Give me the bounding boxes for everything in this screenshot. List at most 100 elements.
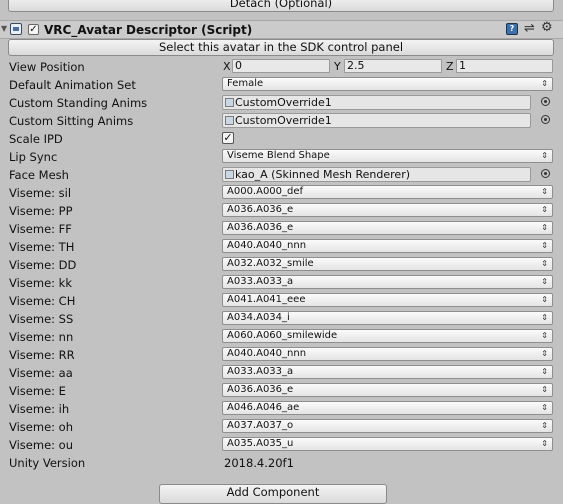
viseme-dropdown[interactable]: A037.A037_o ⇕: [222, 419, 553, 433]
dropdown-arrow-icon: ⇕: [541, 277, 548, 286]
dropdown-value: A040.A040_nnn: [227, 348, 307, 359]
viseme-label: Viseme: sil: [9, 186, 72, 200]
viseme-row: Viseme: E A036.A036_e ⇕: [0, 382, 563, 400]
dropdown-value: A034.A034_i: [227, 312, 290, 323]
viseme-row: Viseme: TH A040.A040_nnn ⇕: [0, 238, 563, 256]
help-book-icon[interactable]: ?: [506, 23, 518, 35]
dropdown-arrow-icon: ⇕: [541, 223, 548, 232]
component-header[interactable]: ▼ ✓ VRC_Avatar Descriptor (Script) ? ⇌ ⚙: [0, 20, 563, 39]
dropdown-arrow-icon: ⇕: [541, 439, 548, 448]
viseme-dropdown[interactable]: A036.A036_e ⇕: [222, 203, 553, 217]
viseme-dropdown[interactable]: A036.A036_e ⇕: [222, 221, 553, 235]
face-mesh-row: Face Mesh kao_A (Skinned Mesh Renderer): [0, 166, 563, 184]
custom-sitting-anims-row: Custom Sitting Anims CustomOverride1: [0, 112, 563, 130]
viseme-row: Viseme: SS A034.A034_i ⇕: [0, 310, 563, 328]
viseme-dropdown[interactable]: A036.A036_e ⇕: [222, 383, 553, 397]
dropdown-arrow-icon: ⇕: [541, 349, 548, 358]
animator-override-icon: [225, 116, 234, 125]
dropdown-value: A037.A037_o: [227, 420, 294, 431]
dropdown-value: A036.A036_e: [227, 384, 294, 395]
dropdown-value: A033.A033_a: [227, 366, 294, 377]
x-axis-label: X: [223, 60, 231, 73]
viseme-dropdown[interactable]: A060.A060_smilewide ⇕: [222, 329, 553, 343]
viseme-row: Viseme: CH A041.A041_eee ⇕: [0, 292, 563, 310]
view-position-y-field[interactable]: 2.5: [344, 59, 442, 73]
viseme-label: Viseme: PP: [9, 204, 73, 218]
viseme-row: Viseme: RR A040.A040_nnn ⇕: [0, 346, 563, 364]
dropdown-arrow-icon: ⇕: [541, 151, 548, 160]
default-animation-set-dropdown[interactable]: Female ⇕: [222, 77, 553, 91]
add-component-button[interactable]: Add Component: [159, 484, 387, 504]
dropdown-arrow-icon: ⇕: [541, 403, 548, 412]
lip-sync-dropdown[interactable]: Viseme Blend Shape ⇕: [222, 149, 553, 163]
object-picker-icon[interactable]: [541, 169, 550, 178]
viseme-label: Viseme: FF: [9, 222, 72, 236]
dropdown-arrow-icon: ⇕: [541, 385, 548, 394]
view-position-label: View Position: [9, 60, 85, 74]
viseme-row: Viseme: FF A036.A036_e ⇕: [0, 220, 563, 238]
viseme-dropdown[interactable]: A046.A046_ae ⇕: [222, 401, 553, 415]
viseme-label: Viseme: RR: [9, 348, 75, 362]
viseme-dropdown[interactable]: A035.A035_u ⇕: [222, 437, 553, 451]
viseme-dropdown[interactable]: A040.A040_nnn ⇕: [222, 347, 553, 361]
viseme-dropdown[interactable]: A032.A032_smile ⇕: [222, 257, 553, 271]
dropdown-value: A032.A032_smile: [227, 258, 314, 269]
unity-version-row: Unity Version 2018.4.20f1: [0, 454, 563, 472]
scale-ipd-checkbox[interactable]: ✓: [222, 132, 234, 144]
dropdown-arrow-icon: ⇕: [541, 205, 548, 214]
preset-icon[interactable]: ⇌: [524, 21, 535, 36]
viseme-row: Viseme: sil A000.A000_def ⇕: [0, 184, 563, 202]
viseme-label: Viseme: kk: [9, 276, 73, 290]
scale-ipd-row: Scale IPD ✓: [0, 130, 563, 148]
dropdown-value: A033.A033_a: [227, 276, 294, 287]
view-position-row: View Position X 0 Y 2.5 Z 1: [0, 58, 563, 76]
viseme-row: Viseme: ou A035.A035_u ⇕: [0, 436, 563, 454]
dropdown-value: A036.A036_e: [227, 204, 294, 215]
dropdown-arrow-icon: ⇕: [541, 331, 548, 340]
dropdown-arrow-icon: ⇕: [541, 187, 548, 196]
object-value: CustomOverride1: [235, 114, 332, 127]
gear-icon[interactable]: ⚙: [541, 20, 553, 35]
viseme-label: Viseme: DD: [9, 258, 77, 272]
dropdown-arrow-icon: ⇕: [541, 313, 548, 322]
fold-arrow-icon[interactable]: ▼: [1, 24, 7, 33]
view-position-z-field[interactable]: 1: [456, 59, 553, 73]
dropdown-arrow-icon: ⇕: [541, 259, 548, 268]
dropdown-value: A000.A000_def: [227, 186, 304, 197]
viseme-dropdown[interactable]: A033.A033_a ⇕: [222, 365, 553, 379]
object-picker-icon[interactable]: [541, 115, 550, 124]
viseme-label: Viseme: aa: [9, 366, 73, 380]
object-value: CustomOverride1: [235, 96, 332, 109]
skinned-mesh-icon: [225, 170, 234, 179]
viseme-dropdown[interactable]: A000.A000_def ⇕: [222, 185, 553, 199]
viseme-label: Viseme: TH: [9, 240, 75, 254]
viseme-label: Viseme: E: [9, 384, 66, 398]
viseme-dropdown[interactable]: A041.A041_eee ⇕: [222, 293, 553, 307]
y-axis-label: Y: [334, 60, 341, 73]
custom-sitting-anims-label: Custom Sitting Anims: [9, 114, 134, 128]
viseme-row: Viseme: ih A046.A046_ae ⇕: [0, 400, 563, 418]
view-position-x-field[interactable]: 0: [232, 59, 330, 73]
viseme-label: Viseme: ou: [9, 438, 74, 452]
viseme-row: Viseme: DD A032.A032_smile ⇕: [0, 256, 563, 274]
viseme-label: Viseme: ih: [9, 402, 70, 416]
object-picker-icon[interactable]: [541, 97, 550, 106]
viseme-label: Viseme: oh: [9, 420, 74, 434]
z-axis-label: Z: [446, 60, 454, 73]
component-enabled-checkbox[interactable]: ✓: [28, 24, 39, 35]
dropdown-arrow-icon: ⇕: [541, 241, 548, 250]
unity-version-value: 2018.4.20f1: [224, 456, 294, 470]
custom-sitting-anims-field[interactable]: CustomOverride1: [222, 113, 531, 128]
scale-ipd-label: Scale IPD: [9, 132, 63, 146]
dropdown-arrow-icon: ⇕: [541, 367, 548, 376]
dropdown-arrow-icon: ⇕: [541, 295, 548, 304]
viseme-dropdown[interactable]: A040.A040_nnn ⇕: [222, 239, 553, 253]
default-animation-set-label: Default Animation Set: [9, 78, 136, 92]
viseme-dropdown[interactable]: A033.A033_a ⇕: [222, 275, 553, 289]
detach-button[interactable]: Detach (Optional): [8, 0, 554, 12]
viseme-dropdown[interactable]: A034.A034_i ⇕: [222, 311, 553, 325]
face-mesh-field[interactable]: kao_A (Skinned Mesh Renderer): [222, 167, 531, 182]
select-avatar-button[interactable]: Select this avatar in the SDK control pa…: [8, 39, 554, 56]
viseme-row: Viseme: nn A060.A060_smilewide ⇕: [0, 328, 563, 346]
custom-standing-anims-field[interactable]: CustomOverride1: [222, 95, 531, 110]
